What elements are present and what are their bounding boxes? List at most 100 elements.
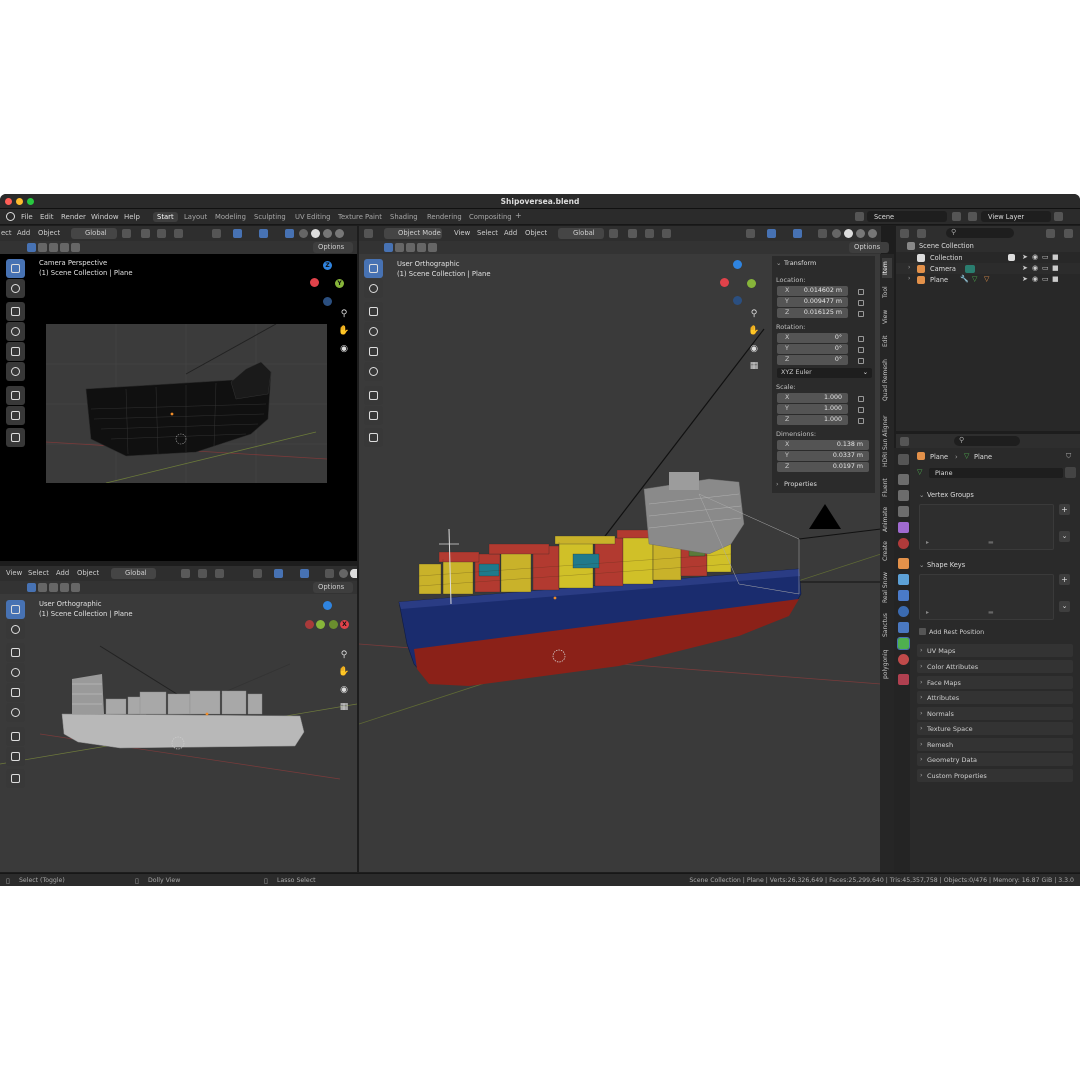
sidebar-tab-fluent[interactable]: Fluent	[882, 476, 892, 500]
properties-search-input[interactable]: ⚲	[954, 436, 1020, 446]
lock-icon[interactable]	[858, 289, 864, 295]
pivot-icon[interactable]	[122, 229, 131, 238]
measure-tool[interactable]	[6, 406, 25, 425]
gizmo-y-axis[interactable]	[747, 279, 756, 288]
snap-target-icon[interactable]	[198, 569, 207, 578]
scale-tool[interactable]	[364, 342, 383, 361]
menu-select[interactable]: Select	[28, 569, 49, 577]
transform-tool[interactable]	[364, 362, 383, 381]
menu-edit[interactable]: Edit	[40, 213, 54, 221]
tab-shading[interactable]: Shading	[386, 212, 422, 222]
constraints-tab-icon[interactable]	[898, 622, 909, 633]
shading-solid-icon[interactable]	[311, 229, 320, 238]
pan-hand-icon[interactable]: ✋	[748, 325, 760, 337]
ortho-grid-icon[interactable]: ▦	[338, 701, 350, 713]
tab-texture-paint[interactable]: Texture Paint	[334, 212, 386, 222]
add-vertex-group-button[interactable]: +	[1059, 504, 1070, 515]
display-mode-icon[interactable]	[917, 229, 926, 238]
shading-material-icon[interactable]	[323, 229, 332, 238]
gizmo-neg-z-axis[interactable]	[733, 296, 742, 305]
menu-add[interactable]: Add	[56, 569, 69, 577]
shape-keys-list[interactable]: ▸ ▬	[919, 574, 1054, 620]
select-subtract-icon[interactable]	[49, 583, 58, 592]
sidebar-tab-item[interactable]: Item	[882, 258, 892, 278]
shading-wireframe-icon[interactable]	[299, 229, 308, 238]
viewport-bl-ortho[interactable]: User Orthographic (1) Scene Collection |…	[0, 594, 357, 872]
viewport-tl-camera[interactable]: Camera Perspective (1) Scene Collection …	[0, 254, 357, 561]
fake-user-shield-icon[interactable]	[1065, 467, 1076, 478]
menu-object[interactable]: Object	[77, 569, 99, 577]
breadcrumb-data[interactable]: Plane	[974, 453, 992, 461]
add-rest-position-checkbox[interactable]	[919, 628, 926, 635]
menu-select[interactable]: Select	[477, 229, 498, 237]
select-extend-icon[interactable]	[38, 583, 47, 592]
section-remesh[interactable]: › Remesh	[917, 738, 1073, 751]
scale-tool[interactable]	[6, 683, 25, 702]
new-collection-icon[interactable]	[1064, 229, 1073, 238]
rotation-mode-dropdown[interactable]: XYZ Euler ⌄	[777, 368, 872, 378]
ortho-grid-icon[interactable]: ▦	[748, 360, 760, 372]
menu-render[interactable]: Render	[61, 213, 86, 221]
dimensions-z-field[interactable]: Z 0.0197 m	[777, 462, 869, 472]
proportional-edit-icon[interactable]	[215, 569, 224, 578]
proportional-edit-icon[interactable]	[174, 229, 183, 238]
material-tab-icon[interactable]	[898, 654, 909, 665]
lock-icon[interactable]	[858, 347, 864, 353]
pin-icon[interactable]: ⛉	[1066, 452, 1071, 461]
new-scene-icon[interactable]	[952, 212, 961, 221]
select-arrow-icon[interactable]: ➤	[1022, 275, 1028, 283]
add-shape-key-button[interactable]: +	[1059, 574, 1070, 585]
shape-key-specials-button[interactable]: ⌄	[1059, 601, 1070, 612]
checkbox-icon[interactable]	[1008, 254, 1015, 261]
select-intersect-icon[interactable]	[71, 583, 80, 592]
visibility-icon[interactable]	[212, 229, 221, 238]
cursor-tool[interactable]	[6, 620, 25, 639]
select-box-mode-icon[interactable]	[27, 243, 36, 252]
view-layer-tab-icon[interactable]	[898, 506, 909, 517]
add-cube-tool[interactable]	[6, 428, 25, 447]
snap-target-icon[interactable]	[645, 229, 654, 238]
object-tab-icon[interactable]	[898, 558, 909, 569]
snap-target-icon[interactable]	[157, 229, 166, 238]
properties-subpanel[interactable]: Properties	[784, 480, 817, 488]
tab-sculpting[interactable]: Sculpting	[250, 212, 290, 222]
view-layer-selector[interactable]: View Layer	[981, 211, 1051, 222]
select-arrow-icon[interactable]: ➤	[1022, 253, 1028, 261]
sidebar-tab-quad-remesh[interactable]: Quad Remesh	[882, 354, 892, 406]
select-invert-icon[interactable]	[60, 583, 69, 592]
shading-wireframe-icon[interactable]	[339, 569, 348, 578]
shape-keys-header[interactable]: Shape Keys	[927, 561, 965, 569]
rotation-z-field[interactable]: Z 0°	[777, 355, 848, 365]
shading-rendered-icon[interactable]	[868, 229, 877, 238]
gizmo-toggle-icon[interactable]	[767, 229, 776, 238]
select-box-tool[interactable]	[6, 600, 25, 619]
camera-view-icon[interactable]: ◉	[748, 343, 760, 355]
sidebar-tab-polygoniq[interactable]: polygoniq	[882, 644, 892, 684]
tab-compositing[interactable]: Compositing	[465, 212, 516, 222]
menu-window[interactable]: Window	[91, 213, 119, 221]
zoom-icon[interactable]: ⚲	[338, 649, 350, 661]
sidebar-tab-real-snow[interactable]: Real Snow	[882, 568, 892, 606]
add-cube-tool[interactable]	[364, 428, 383, 447]
add-workspace-button[interactable]: +	[511, 210, 526, 221]
select-extend-icon[interactable]	[38, 243, 47, 252]
gizmo-x-axis[interactable]	[310, 278, 319, 287]
gizmo-neg-x-axis[interactable]	[305, 620, 314, 629]
outliner-row-root[interactable]: Scene Collection	[896, 240, 1080, 252]
rotation-x-field[interactable]: X 0°	[777, 333, 848, 343]
transform-header[interactable]: Transform	[784, 259, 816, 267]
move-tool[interactable]	[364, 302, 383, 321]
menu-add[interactable]: Add	[17, 229, 30, 237]
gizmo-neg-y-axis[interactable]	[329, 620, 338, 629]
eye-icon[interactable]: ◉	[1032, 275, 1038, 283]
location-x-field[interactable]: X 0.014602 m	[777, 286, 848, 296]
sidebar-tab-view[interactable]: View	[882, 306, 892, 328]
editor-type-icon[interactable]	[900, 437, 909, 446]
tab-start[interactable]: Start	[153, 212, 178, 222]
scene-icon[interactable]	[855, 212, 864, 221]
select-intersect-icon[interactable]	[428, 243, 437, 252]
render-camera-icon[interactable]: ■	[1052, 275, 1059, 283]
scale-z-field[interactable]: Z 1.000	[777, 415, 848, 425]
select-invert-icon[interactable]	[417, 243, 426, 252]
list-expand-icon[interactable]: ▸	[926, 539, 929, 546]
